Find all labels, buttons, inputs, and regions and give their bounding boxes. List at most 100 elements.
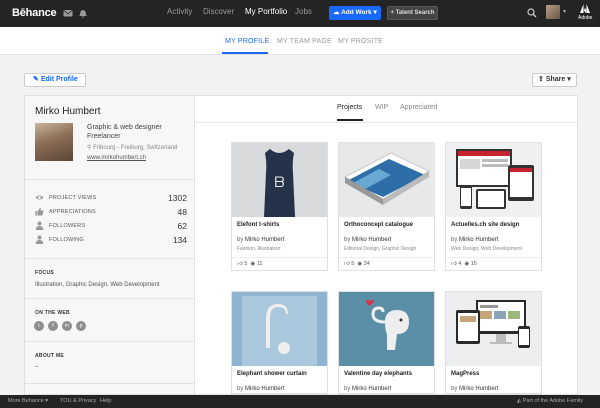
project-title[interactable]: Elefont t-shirts	[232, 217, 327, 235]
share-icon: ⇪	[538, 76, 546, 83]
tab-appreciated[interactable]: Appreciated	[400, 104, 437, 111]
project-thumbnail[interactable]	[446, 143, 541, 217]
linkedin-icon[interactable]: in	[62, 321, 72, 331]
user-title: Graphic & web designer Freelancer	[87, 124, 162, 140]
twitter-icon[interactable]: t	[34, 321, 44, 331]
project-thumbnail[interactable]	[446, 292, 541, 366]
chevron-down-icon: ▾	[371, 9, 377, 16]
stat-project-views[interactable]: PROJECT VIEWS 1302	[35, 193, 187, 203]
about-me-title: ABOUT ME	[35, 353, 65, 359]
divider	[25, 298, 194, 299]
project-card[interactable]: MagPress by Mirko Humbert	[445, 291, 542, 394]
stat-appreciations[interactable]: APPRECIATIONS 48	[35, 207, 187, 217]
adobe-logo[interactable]: Adobe	[578, 4, 592, 22]
active-tab-indicator	[222, 52, 268, 54]
thumbs-up-icon	[35, 207, 44, 216]
valentine-elephant-image	[366, 299, 409, 350]
project-card[interactable]: Actuelles.ch site design by Mirko Humber…	[445, 142, 542, 271]
project-title[interactable]: Valentine day elephants	[339, 366, 434, 384]
project-author: by Mirko Humbert	[451, 237, 499, 243]
more-behance-menu[interactable]: More Behance ▾	[8, 398, 48, 404]
project-author: by Mirko Humbert	[344, 237, 392, 243]
catalogue-image	[343, 152, 431, 205]
nav-jobs[interactable]: Jobs	[295, 7, 312, 16]
project-card[interactable]: ᗷ Elefont t-shirts by Mirko Humbert Fash…	[231, 142, 328, 271]
bell-icon[interactable]	[78, 8, 88, 18]
project-title[interactable]: Elephant shower curtain	[232, 366, 327, 384]
project-title[interactable]: MagPress	[446, 366, 541, 384]
website-devices-image	[456, 149, 534, 209]
project-card[interactable]: Orthoconcept catalogue by Mirko Humbert …	[338, 142, 435, 271]
talent-search-button[interactable]: + Talent Search	[387, 6, 438, 20]
search-icon[interactable]	[527, 8, 537, 18]
divider	[25, 258, 194, 259]
profile-card: Mirko Humbert Graphic & web designer Fre…	[24, 95, 578, 395]
user-name: Mirko Humbert	[35, 106, 101, 117]
pencil-icon: ✎	[33, 76, 41, 83]
eye-icon	[35, 195, 44, 200]
project-fields: Fashion, Illustration	[237, 246, 281, 252]
tou-privacy-link[interactable]: TOU & Privacy	[60, 398, 96, 404]
cloud-upload-icon: ☁	[333, 9, 342, 16]
tab-wip[interactable]: WIP	[375, 104, 388, 111]
adobe-icon	[580, 4, 590, 13]
adobe-family-link[interactable]: ◭ Part of the Adobe Family	[517, 398, 583, 404]
chevron-down-icon: ▾	[43, 398, 49, 404]
project-author: by Mirko Humbert	[451, 386, 499, 392]
divider	[25, 341, 194, 342]
divider	[196, 122, 577, 123]
profile-photo[interactable]	[35, 123, 73, 161]
footer-bar: More Behance ▾ TOU & Privacy Help ◭ Part…	[0, 395, 600, 408]
person-icon	[35, 235, 44, 244]
project-author: by Mirko Humbert	[344, 386, 392, 392]
project-author: by Mirko Humbert	[237, 237, 285, 243]
project-stats: 👍︎ 4 ◉ 15	[446, 257, 541, 270]
project-thumbnail[interactable]: ᗷ	[232, 143, 327, 217]
about-me-text: –	[35, 364, 39, 370]
project-title[interactable]: Orthoconcept catalogue	[339, 217, 434, 235]
project-card[interactable]: Valentine day elephants by Mirko Humbert	[338, 291, 435, 394]
focus-text: Illustration, Graphic Design, Web Develo…	[35, 282, 160, 288]
nav-activity[interactable]: Activity	[167, 7, 192, 16]
nav-my-portfolio[interactable]: My Portfolio	[245, 7, 287, 16]
active-content-tab-indicator	[337, 119, 363, 121]
divider	[25, 383, 194, 384]
project-stats: 👍︎ 5 ◉ 11	[232, 257, 327, 270]
project-thumbnail[interactable]	[232, 292, 327, 366]
project-title[interactable]: Actuelles.ch site design	[446, 217, 541, 235]
project-fields: Editorial Design, Graphic Design	[344, 246, 417, 252]
stat-following[interactable]: FOLLOWING 134	[35, 235, 187, 245]
svg-text:ᗷ: ᗷ	[274, 175, 284, 191]
share-button[interactable]: ⇪ Share ▾	[532, 73, 577, 87]
divider	[25, 179, 194, 180]
project-thumbnail[interactable]	[339, 143, 434, 217]
mail-icon[interactable]	[63, 8, 73, 18]
project-card[interactable]: Elephant shower curtain by Mirko Humbert	[231, 291, 328, 394]
tab-projects[interactable]: Projects	[337, 104, 362, 111]
user-avatar[interactable]	[546, 5, 560, 19]
project-fields: Web Design, Web Development	[451, 246, 522, 252]
project-stats: 👍︎ 5 ◉ 24	[339, 257, 434, 270]
user-location: ⚲ Fribourg - Freiburg, Switzerland	[87, 145, 178, 151]
facebook-icon[interactable]: f	[48, 321, 58, 331]
person-icon	[35, 221, 44, 230]
user-website-link[interactable]: www.mirkohumbert.ch	[87, 155, 146, 161]
project-author: by Mirko Humbert	[237, 386, 285, 392]
tab-my-team-page[interactable]: MY TEAM PAGE	[277, 38, 332, 45]
tshirt-image: ᗷ	[264, 149, 295, 217]
chevron-down-icon: ▾	[565, 76, 571, 83]
pinterest-icon[interactable]: p	[76, 321, 86, 331]
add-work-button[interactable]: ☁ Add Work ▾	[329, 6, 381, 20]
profile-sidebar: Mirko Humbert Graphic & web designer Fre…	[25, 96, 195, 394]
focus-title: FOCUS	[35, 270, 54, 276]
nav-discover[interactable]: Discover	[203, 7, 234, 16]
help-link[interactable]: Help	[100, 398, 111, 404]
tab-my-prosite[interactable]: MY PROSITE	[338, 38, 383, 45]
chevron-down-icon[interactable]: ▾	[563, 8, 566, 15]
edit-profile-button[interactable]: ✎ Edit Profile	[24, 73, 86, 87]
tab-my-profile[interactable]: MY PROFILE	[225, 38, 269, 45]
project-thumbnail[interactable]	[339, 292, 434, 366]
stat-followers[interactable]: FOLLOWERS 62	[35, 221, 187, 231]
magpress-devices-image	[456, 300, 530, 348]
behance-logo[interactable]: Bēhance	[12, 7, 57, 19]
